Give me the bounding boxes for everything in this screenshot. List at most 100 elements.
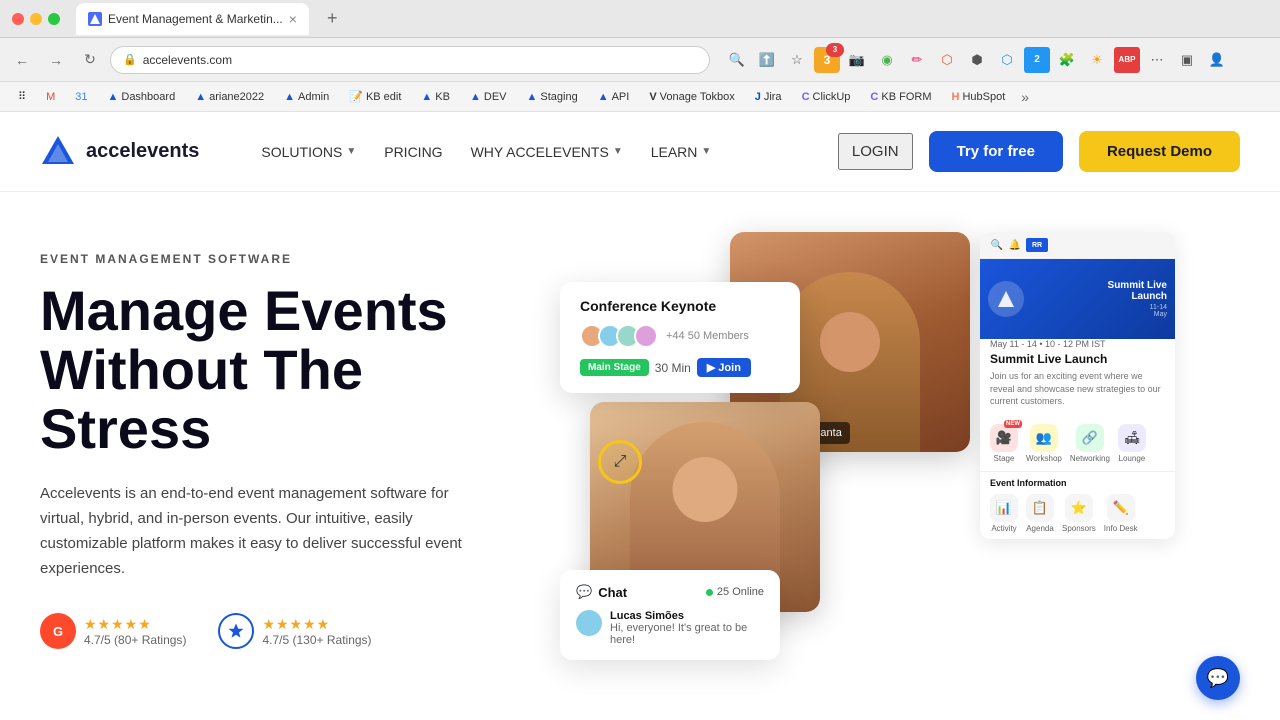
browser-toolbar: 🔍 ⬆️ ☆ 3 📷 ◉ ✏ ⬡ ⬢ ⬡ 2 🧩 ☀ ABP ⋯ ▣ 👤: [724, 47, 1230, 73]
bookmark-apps[interactable]: ⠿: [10, 88, 34, 105]
bookmark-gmail[interactable]: M: [38, 89, 63, 105]
hero-title-line1: Manage Events: [40, 279, 448, 342]
ext6-icon[interactable]: ABP: [1114, 47, 1140, 73]
time-tag: 30 Min: [655, 361, 691, 375]
hero-title: Manage Events Without The Stress: [40, 282, 520, 458]
ext2-icon[interactable]: ⬡: [994, 47, 1020, 73]
staging-icon: ▲: [527, 91, 538, 103]
conference-title: Conference Keynote: [580, 298, 780, 314]
chat-bubble-icon: 💬: [576, 584, 592, 600]
bookmark-icon[interactable]: ☆: [784, 47, 810, 73]
ext1-icon[interactable]: ⬢: [964, 47, 990, 73]
chat-online: 25 Online: [706, 586, 764, 598]
bookmark-hubspot[interactable]: H HubSpot: [944, 89, 1014, 105]
summit-feature-networking: 🔗 Networking: [1070, 424, 1110, 463]
kbedit-icon: 📝: [349, 90, 363, 103]
chat-sender-avatar: [576, 610, 602, 636]
nav-pricing[interactable]: PRICING: [372, 136, 454, 168]
login-button[interactable]: LOGIN: [838, 133, 913, 170]
summit-name: Summit Live Launch: [990, 352, 1165, 366]
hero-description: Accelevents is an end-to-end event manag…: [40, 482, 480, 581]
profile-icon[interactable]: 👤: [1204, 47, 1230, 73]
frame-icon[interactable]: ⬡: [934, 47, 960, 73]
chat-float-icon: 💬: [1207, 668, 1229, 689]
bookmark-kbedit[interactable]: 📝 KB edit: [341, 88, 409, 105]
dev-icon: ▲: [470, 91, 481, 103]
bookmark-dev[interactable]: ▲ DEV: [462, 89, 515, 105]
layout-icon[interactable]: ▣: [1174, 47, 1200, 73]
extension-badge[interactable]: 3: [814, 47, 840, 73]
share-icon[interactable]: ⬆️: [754, 47, 780, 73]
ext3-badge[interactable]: 2: [1024, 47, 1050, 73]
bookmark-kb[interactable]: ▲ KB: [413, 89, 458, 105]
avatar-4: [634, 324, 658, 348]
why-label: WHY ACCELEVENTS: [471, 144, 609, 160]
try-free-button[interactable]: Try for free: [929, 131, 1063, 172]
camera-icon[interactable]: 📷: [844, 47, 870, 73]
lock-icon: 🔒: [123, 53, 137, 66]
bookmark-staging[interactable]: ▲ Staging: [519, 89, 586, 105]
bookmark-kbform[interactable]: C KB FORM: [862, 89, 939, 105]
address-bar[interactable]: 🔒 accelevents.com: [110, 46, 710, 74]
ext5-icon[interactable]: ☀: [1084, 47, 1110, 73]
why-chevron: ▼: [613, 146, 623, 157]
close-window-btn[interactable]: [12, 13, 24, 25]
bookmark-jira[interactable]: J Jira: [747, 89, 790, 105]
solutions-chevron: ▼: [346, 146, 356, 157]
summit-bell-icon[interactable]: 🔔: [1008, 238, 1022, 252]
event-info-desk: ✏️ Info Desk: [1104, 494, 1138, 533]
bookmarks-more-btn[interactable]: »: [1017, 87, 1033, 107]
maximize-window-btn[interactable]: [48, 13, 60, 25]
hero-ratings: G ★★★★★ 4.7/5 (80+ Ratings) ★★★★★: [40, 613, 520, 649]
join-tag[interactable]: ▶ Join: [697, 358, 751, 377]
browser-navbar: ← → ↻ 🔒 accelevents.com 🔍 ⬆️ ☆ 3 📷 ◉ ✏ ⬡…: [0, 38, 1280, 82]
new-badge: NEW: [1004, 420, 1022, 428]
site-logo[interactable]: accelevents: [40, 134, 199, 170]
summit-rr-badge: RR: [1026, 238, 1048, 252]
site-nav-right: LOGIN Try for free Request Demo: [838, 131, 1240, 172]
stage-icon: 🎥: [996, 430, 1012, 446]
summit-banner-line2: Launch: [1108, 291, 1167, 302]
vonage-icon: V: [649, 91, 656, 103]
nav-solutions[interactable]: SOLUTIONS ▼: [249, 136, 368, 168]
reload-btn[interactable]: ↻: [76, 46, 104, 74]
summit-search-icon[interactable]: 🔍: [990, 238, 1004, 252]
elaine-head: [820, 312, 880, 372]
bookmark-admin[interactable]: ▲ Admin: [276, 89, 337, 105]
browser-tab[interactable]: Event Management & Marketin... ×: [76, 3, 309, 35]
ext7-icon[interactable]: ⋯: [1144, 47, 1170, 73]
admin-icon: ▲: [284, 91, 295, 103]
bookmark-clickup[interactable]: C ClickUp: [794, 89, 859, 105]
new-tab-btn[interactable]: +: [321, 8, 344, 29]
summit-features-row: 🎥 NEW Stage 👥 Workshop: [980, 424, 1175, 471]
tab-favicon: [88, 12, 102, 26]
close-tab-btn[interactable]: ×: [289, 11, 297, 27]
bookmark-vonage-label: Vonage Tokbox: [660, 91, 735, 103]
chat-float-button[interactable]: 💬: [1196, 656, 1240, 700]
share2-icon[interactable]: ◉: [874, 47, 900, 73]
zoom-icon[interactable]: 🔍: [724, 47, 750, 73]
bookmark-dev-label: DEV: [484, 91, 507, 103]
nav-why[interactable]: WHY ACCELEVENTS ▼: [459, 136, 635, 168]
info-desk-icon-box: ✏️: [1107, 494, 1135, 522]
bookmark-vonage[interactable]: V Vonage Tokbox: [641, 89, 742, 105]
forward-btn[interactable]: →: [42, 46, 70, 74]
chat-content: Lucas Simões Hi, everyone! It's great to…: [610, 610, 764, 646]
request-demo-button[interactable]: Request Demo: [1079, 131, 1240, 172]
event-icons-row: 📊 Activity 📋 Agenda: [990, 494, 1165, 533]
bookmark-ariane[interactable]: ▲ ariane2022: [187, 89, 272, 105]
workshop-icon: 👥: [1036, 430, 1052, 446]
ext4-icon[interactable]: 🧩: [1054, 47, 1080, 73]
minimize-window-btn[interactable]: [30, 13, 42, 25]
summit-logo: [988, 281, 1024, 317]
hero-eyebrow: EVENT MANAGEMENT SOFTWARE: [40, 252, 520, 266]
activity-icon-box: 📊: [990, 494, 1018, 522]
bookmark-cal[interactable]: 31: [67, 89, 95, 105]
back-btn[interactable]: ←: [8, 46, 36, 74]
rating-capterra: ★★★★★ 4.7/5 (130+ Ratings): [218, 613, 371, 649]
nav-learn[interactable]: LEARN ▼: [639, 136, 724, 168]
bookmark-api[interactable]: ▲ API: [590, 89, 638, 105]
clickup-icon: C: [802, 91, 810, 103]
edit-icon[interactable]: ✏: [904, 47, 930, 73]
bookmark-dashboard[interactable]: ▲ Dashboard: [99, 89, 183, 105]
